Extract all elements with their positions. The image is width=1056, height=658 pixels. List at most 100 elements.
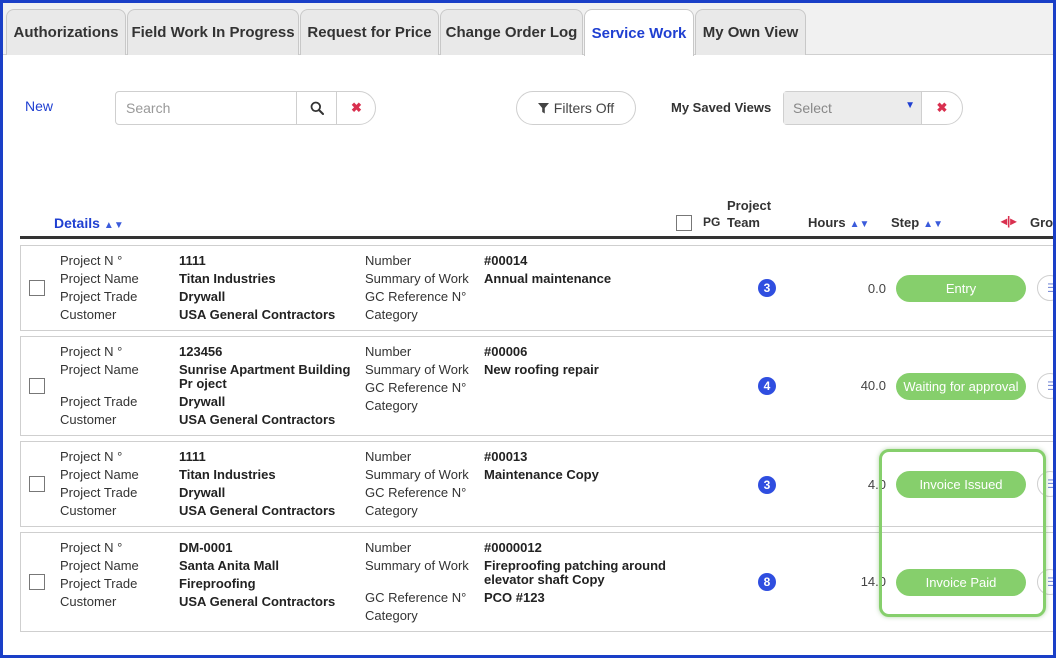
project-number-label: Project N °	[60, 344, 123, 359]
category-label: Category	[365, 503, 418, 518]
step-status-button[interactable]: Entry	[896, 275, 1026, 302]
summary-value: Annual maintenance	[484, 271, 612, 286]
table-row[interactable]: Project N ° Project Name Project Trade C…	[20, 245, 1053, 331]
team-count-badge: 3	[758, 279, 776, 297]
number-label: Number	[365, 449, 412, 464]
number-label: Number	[365, 540, 412, 555]
tab-request-for-price[interactable]: Request for Price	[300, 9, 439, 55]
summary-value: Maintenance Copy	[484, 467, 599, 482]
summary-label: Summary of Work	[365, 271, 469, 286]
close-icon: ✖	[351, 100, 362, 115]
customer-value: USA General Contractors	[179, 503, 336, 518]
project-number-label: Project N °	[60, 449, 123, 464]
hours-value: 40.0	[860, 378, 886, 393]
customer-value: USA General Contractors	[179, 594, 336, 609]
clear-search-button[interactable]: ✖	[336, 92, 376, 124]
table-row[interactable]: Project N ° Project Name Project Trade C…	[20, 336, 1053, 436]
column-resize-icon[interactable]: ◂|▸	[1001, 214, 1016, 228]
search-icon	[310, 101, 324, 115]
details-column-header[interactable]: Details ▲▼	[54, 215, 124, 231]
app-window: Authorizations Field Work In Progress Re…	[0, 0, 1056, 658]
project-name-label: Project Name	[60, 558, 139, 573]
close-icon: ✖	[936, 100, 948, 115]
number-label: Number	[365, 344, 412, 359]
row-menu-icon[interactable]: ☰	[1037, 373, 1053, 399]
project-number-label: Project N °	[60, 540, 123, 555]
step-column-header[interactable]: Step ▲▼	[891, 215, 943, 230]
project-number-label: Project N °	[60, 253, 123, 268]
customer-label: Customer	[60, 503, 117, 518]
project-trade-value: Drywall	[179, 485, 226, 500]
number-value: #00013	[484, 449, 528, 464]
summary-value: Fireproofing patching around elevator sh…	[484, 558, 666, 587]
project-name-value: Santa Anita Mall	[179, 558, 279, 573]
customer-value: USA General Contractors	[179, 412, 336, 427]
number-value: #00014	[484, 253, 528, 268]
pg-column-header: PG	[703, 215, 721, 229]
tab-service-work[interactable]: Service Work	[584, 9, 694, 56]
hours-value: 4.0	[867, 477, 886, 492]
table-row[interactable]: Project N ° Project Name Project Trade C…	[20, 441, 1053, 527]
customer-label: Customer	[60, 594, 117, 609]
new-button[interactable]: New	[25, 98, 53, 114]
project-trade-value: Drywall	[179, 394, 226, 409]
number-value: #0000012	[484, 540, 542, 555]
saved-views-value: Select	[793, 100, 832, 116]
table-row[interactable]: Project N ° Project Name Project Trade C…	[20, 532, 1053, 632]
hours-header-label: Hours	[808, 215, 846, 230]
clear-saved-view-button[interactable]: ✖	[922, 92, 962, 124]
category-label: Category	[365, 307, 418, 322]
row-checkbox[interactable]	[29, 476, 45, 492]
category-label: Category	[365, 398, 418, 413]
row-checkbox[interactable]	[29, 280, 45, 296]
project-name-label: Project Name	[60, 467, 139, 482]
header-divider	[20, 236, 1053, 239]
details-header-label: Details	[54, 215, 100, 231]
group-column-header: Gro	[1030, 215, 1054, 230]
hours-column-header[interactable]: Hours ▲▼	[808, 215, 869, 230]
step-header-label: Step	[891, 215, 920, 230]
tab-bar: Authorizations Field Work In Progress Re…	[3, 3, 1053, 56]
tab-field-work-in-progress[interactable]: Field Work In Progress	[127, 9, 299, 55]
summary-label: Summary of Work	[365, 467, 469, 482]
row-menu-icon[interactable]: ☰	[1037, 275, 1053, 301]
row-menu-icon[interactable]: ☰	[1037, 569, 1053, 595]
customer-label: Customer	[60, 307, 117, 322]
project-number-value: 123456	[179, 344, 223, 359]
customer-value: USA General Contractors	[179, 307, 336, 322]
hours-value: 0.0	[867, 281, 886, 296]
search-button[interactable]	[296, 92, 336, 124]
project-trade-value: Fireproofing	[179, 576, 256, 591]
project-number-value: 1111	[179, 449, 206, 464]
project-team-header-line1: Project	[727, 198, 772, 213]
row-checkbox[interactable]	[29, 574, 45, 590]
summary-value: New roofing repair	[484, 362, 599, 377]
search-group: ✖	[115, 91, 376, 125]
sort-icon: ▲▼	[849, 219, 870, 230]
hours-value: 14.0	[860, 574, 886, 589]
project-trade-label: Project Trade	[60, 485, 138, 500]
tab-authorizations[interactable]: Authorizations	[6, 9, 126, 55]
step-status-button[interactable]: Invoice Issued	[896, 471, 1026, 498]
row-menu-icon[interactable]: ☰	[1037, 471, 1053, 497]
caret-down-icon: ▼	[905, 100, 915, 111]
search-input[interactable]	[116, 92, 296, 124]
summary-label: Summary of Work	[365, 362, 469, 377]
number-label: Number	[365, 253, 412, 268]
row-checkbox[interactable]	[29, 378, 45, 394]
step-status-button[interactable]: Waiting for approval	[896, 373, 1026, 400]
tab-change-order-log[interactable]: Change Order Log	[440, 9, 583, 55]
team-count-badge: 8	[758, 573, 776, 591]
saved-views-select[interactable]: Select ▼	[784, 92, 922, 124]
tab-my-own-view[interactable]: My Own View	[695, 9, 806, 55]
gc-reference-label: GC Reference N°	[365, 485, 467, 500]
project-name-value: Sunrise Apartment Building Pr oject	[179, 362, 351, 391]
select-all-checkbox[interactable]	[676, 215, 692, 231]
project-team-column-header: Project Team	[727, 197, 771, 231]
customer-label: Customer	[60, 412, 117, 427]
step-status-button[interactable]: Invoice Paid	[896, 569, 1026, 596]
filters-button[interactable]: Filters Off	[516, 91, 636, 125]
project-name-value: Titan Industries	[179, 271, 276, 286]
project-team-header-line2: Team	[727, 215, 760, 230]
project-name-value: Titan Industries	[179, 467, 276, 482]
